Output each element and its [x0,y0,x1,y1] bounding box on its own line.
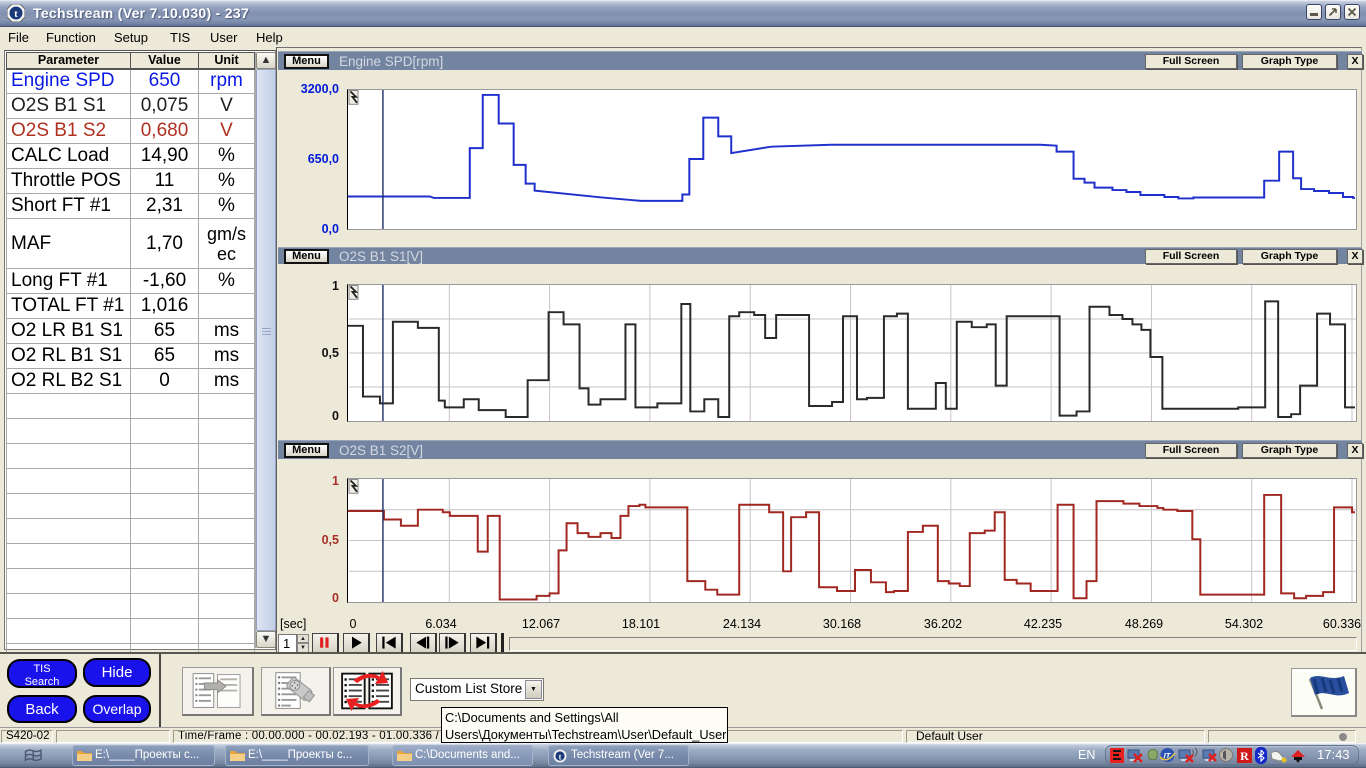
svg-text:t: t [14,8,18,20]
svg-text:t: t [559,751,562,761]
svg-text:R: R [1240,749,1249,763]
